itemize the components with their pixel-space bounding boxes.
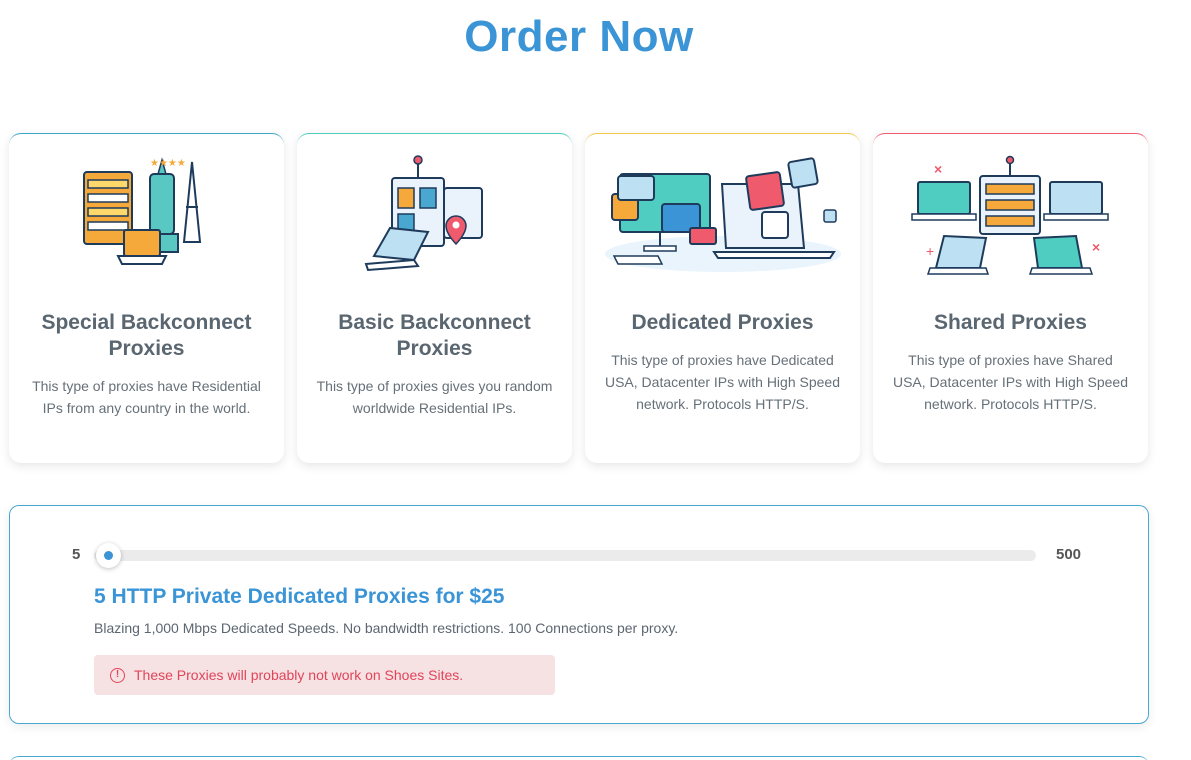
card-description: This type of proxies have Shared USA, Da… xyxy=(892,352,1128,412)
quantity-slider[interactable] xyxy=(94,543,1036,568)
alert-circle-icon: ! xyxy=(110,667,125,683)
warning-text: These Proxies will probably not work on … xyxy=(134,667,464,683)
svg-text:★★★★: ★★★★ xyxy=(150,158,186,169)
card-description: This type of proxies gives you random wo… xyxy=(316,378,553,416)
shared-proxies-illustration: × × + xyxy=(873,152,1148,282)
next-panel-edge xyxy=(9,756,1149,760)
page-title: Order Now xyxy=(464,12,694,61)
card-shared[interactable]: × × + Shared Proxies This type of proxie… xyxy=(873,133,1148,463)
svg-text:+: + xyxy=(926,243,934,259)
card-title: Special Backconnect Proxies xyxy=(41,311,252,360)
slider-max-label: 500 xyxy=(1056,546,1082,563)
svg-text:×: × xyxy=(1092,239,1100,255)
card-basic-backconnect[interactable]: Basic Backconnect Proxies This type of p… xyxy=(297,133,572,463)
offer-title: 5 HTTP Private Dedicated Proxies for $25 xyxy=(94,585,505,608)
order-panel: 5 500 5 HTTP Private Dedicated Proxies f… xyxy=(9,505,1149,724)
special-backconnect-illustration: ★★★★ xyxy=(9,152,284,282)
card-special-backconnect[interactable]: ★★★★ Special Backconnect Proxies This ty… xyxy=(9,133,284,463)
card-description: This type of proxies have Dedicated USA,… xyxy=(604,352,840,412)
warning-banner: ! These Proxies will probably not work o… xyxy=(94,655,555,695)
svg-text:×: × xyxy=(934,161,942,177)
card-description: This type of proxies have Residential IP… xyxy=(32,378,261,416)
card-title: Basic Backconnect Proxies xyxy=(338,311,531,360)
slider-thumb[interactable] xyxy=(96,543,121,568)
card-title: Shared Proxies xyxy=(934,311,1087,334)
card-title: Dedicated Proxies xyxy=(631,311,814,334)
slider-min-label: 5 xyxy=(72,546,81,563)
card-dedicated[interactable]: Dedicated Proxies This type of proxies h… xyxy=(585,133,860,463)
offer-description: Blazing 1,000 Mbps Dedicated Speeds. No … xyxy=(94,620,679,636)
dedicated-proxies-illustration xyxy=(585,152,860,282)
basic-backconnect-illustration xyxy=(297,152,572,282)
